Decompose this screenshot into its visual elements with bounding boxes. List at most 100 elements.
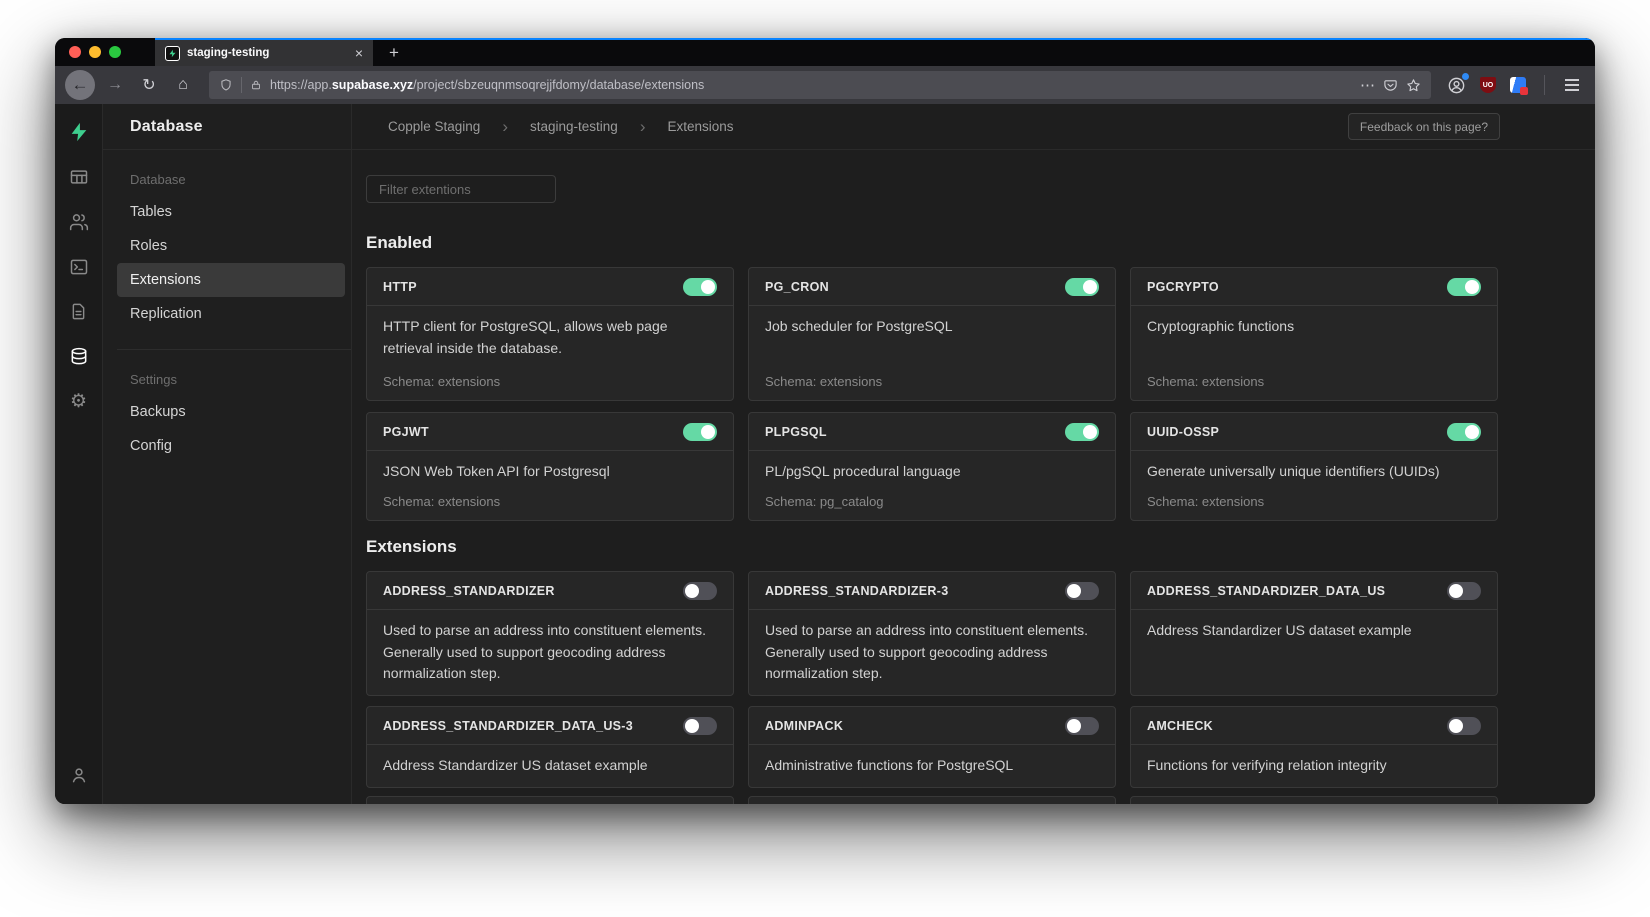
supabase-favicon-icon	[165, 46, 180, 61]
pocket-icon[interactable]	[1383, 78, 1398, 93]
extension-card: PGJWT JSON Web Token API for Postgresql …	[366, 412, 734, 521]
tracking-shield-icon[interactable]	[219, 78, 233, 92]
toggle-knob	[1465, 280, 1479, 294]
extension-description: Administrative functions for PostgreSQL	[765, 755, 1099, 777]
extension-card-body: JSON Web Token API for Postgresql Schema…	[367, 451, 733, 520]
breadcrumb: Copple Staging › staging-testing › Exten…	[352, 104, 1595, 150]
sidebar-item-backups[interactable]: Backups	[117, 395, 345, 429]
extension-name: ADDRESS_STANDARDIZER-3	[765, 584, 948, 598]
enabled-extensions-grid: HTTP HTTP client for PostgreSQL, allows …	[366, 267, 1500, 521]
extension-toggle[interactable]	[1065, 582, 1099, 600]
toggle-knob	[1083, 425, 1097, 439]
available-section-title: Extensions	[366, 537, 1500, 557]
extension-description: Address Standardizer US dataset example	[383, 755, 717, 777]
extension-card-header: ADMINPACK	[749, 707, 1115, 745]
extension-name: PLPGSQL	[765, 425, 827, 439]
extension-description: Job scheduler for PostgreSQL	[765, 316, 1099, 338]
password-extension-icon[interactable]	[1510, 77, 1526, 93]
feedback-button[interactable]: Feedback on this page?	[1348, 113, 1500, 140]
extension-toggle[interactable]	[683, 278, 717, 296]
rail-sql-editor-icon[interactable]	[55, 244, 103, 289]
extension-schema: Schema: extensions	[383, 486, 717, 509]
sidebar-item-config[interactable]: Config	[117, 429, 345, 463]
page-actions-icon[interactable]: ⋯	[1360, 76, 1375, 94]
tab-close-icon[interactable]: ×	[355, 46, 363, 60]
database-sidebar: Database Database Tables Roles Extension…	[103, 104, 352, 804]
breadcrumb-project[interactable]: staging-testing	[530, 119, 618, 134]
extension-description: PL/pgSQL procedural language	[765, 461, 1099, 483]
extension-schema: Schema: extensions	[765, 366, 1099, 389]
rail-auth-users-icon[interactable]	[55, 199, 103, 244]
rail-database-icon[interactable]	[55, 334, 103, 379]
sidebar-nav: Database Tables Roles Extensions Replica…	[103, 150, 351, 463]
icon-rail: ⚙	[55, 104, 103, 804]
extension-toggle[interactable]	[683, 423, 717, 441]
address-text[interactable]: https://app.supabase.xyz/project/sbzeuqn…	[270, 78, 1352, 92]
extension-name: ADDRESS_STANDARDIZER	[383, 584, 555, 598]
rail-settings-gear-icon[interactable]: ⚙	[55, 379, 103, 424]
close-window-button[interactable]	[69, 46, 81, 58]
extension-name: PGCRYPTO	[1147, 280, 1219, 294]
extension-schema: Schema: pg_catalog	[765, 486, 1099, 509]
extension-name: PG_CRON	[765, 280, 829, 294]
toggle-knob	[1449, 719, 1463, 733]
extension-toggle[interactable]	[683, 582, 717, 600]
breadcrumb-page: Extensions	[667, 119, 733, 134]
menu-hamburger-icon[interactable]	[1563, 77, 1581, 93]
supabase-logo-icon[interactable]	[68, 110, 90, 154]
extension-card-header: PGJWT	[367, 413, 733, 451]
extension-toggle[interactable]	[683, 717, 717, 735]
lock-icon[interactable]	[250, 79, 262, 91]
sidebar-item-replication[interactable]: Replication	[117, 297, 345, 331]
rail-table-editor-icon[interactable]	[55, 154, 103, 199]
extension-toggle[interactable]	[1447, 582, 1481, 600]
extension-toggle[interactable]	[1447, 423, 1481, 441]
toggle-knob	[1067, 584, 1081, 598]
extension-card: ADMINPACK Administrative functions for P…	[748, 706, 1116, 788]
extension-toggle[interactable]	[1065, 278, 1099, 296]
sidebar-group-label-database: Database	[103, 172, 351, 187]
filter-extensions-input[interactable]	[366, 175, 556, 203]
extension-card: ADDRESS_STANDARDIZER_DATA_US Address Sta…	[1130, 571, 1498, 696]
url-bar[interactable]: https://app.supabase.xyz/project/sbzeuqn…	[209, 71, 1431, 99]
back-button[interactable]: ←	[65, 70, 95, 100]
supabase-app: ⚙ Database Database Tables Roles Extensi…	[55, 104, 1595, 804]
breadcrumb-org[interactable]: Copple Staging	[388, 119, 480, 134]
extension-description: Functions for verifying relation integri…	[1147, 755, 1481, 777]
extension-schema: Schema: extensions	[1147, 366, 1481, 389]
rail-docs-icon[interactable]	[55, 289, 103, 334]
notification-dot	[1462, 73, 1469, 80]
reload-button[interactable]: ↻	[135, 71, 163, 99]
extension-toggle[interactable]	[1065, 423, 1099, 441]
extension-toggle[interactable]	[1447, 278, 1481, 296]
sidebar-item-roles[interactable]: Roles	[117, 229, 345, 263]
tab-staging-testing[interactable]: staging-testing ×	[155, 40, 373, 66]
minimize-window-button[interactable]	[89, 46, 101, 58]
firefox-account-icon[interactable]	[1447, 76, 1466, 95]
ublock-origin-icon[interactable]: UO	[1480, 77, 1496, 93]
extension-card-body: Generate universally unique identifiers …	[1131, 451, 1497, 520]
toggle-knob	[701, 280, 715, 294]
extension-name: HTTP	[383, 280, 417, 294]
extension-card-stub	[1130, 796, 1498, 804]
extension-toggle[interactable]	[1065, 717, 1099, 735]
maximize-window-button[interactable]	[109, 46, 121, 58]
sidebar-item-extensions[interactable]: Extensions	[117, 263, 345, 297]
enabled-section-title: Enabled	[366, 233, 1500, 253]
main-content: Copple Staging › staging-testing › Exten…	[352, 104, 1595, 804]
bookmark-star-icon[interactable]	[1406, 78, 1421, 93]
extension-toggle[interactable]	[1447, 717, 1481, 735]
extension-card: AMCHECK Functions for verifying relation…	[1130, 706, 1498, 788]
home-button[interactable]: ⌂	[169, 71, 197, 99]
toggle-knob	[685, 584, 699, 598]
extension-card-header: PLPGSQL	[749, 413, 1115, 451]
extension-card-header: HTTP	[367, 268, 733, 306]
rail-account-person-icon[interactable]	[69, 765, 89, 790]
new-tab-button[interactable]: +	[389, 43, 399, 63]
forward-button[interactable]: →	[101, 71, 129, 99]
extension-name: ADMINPACK	[765, 719, 843, 733]
extension-name: ADDRESS_STANDARDIZER_DATA_US	[1147, 584, 1385, 598]
extension-card-stub	[366, 796, 734, 804]
sidebar-item-tables[interactable]: Tables	[117, 195, 345, 229]
browser-titlebar: staging-testing × +	[55, 38, 1595, 66]
